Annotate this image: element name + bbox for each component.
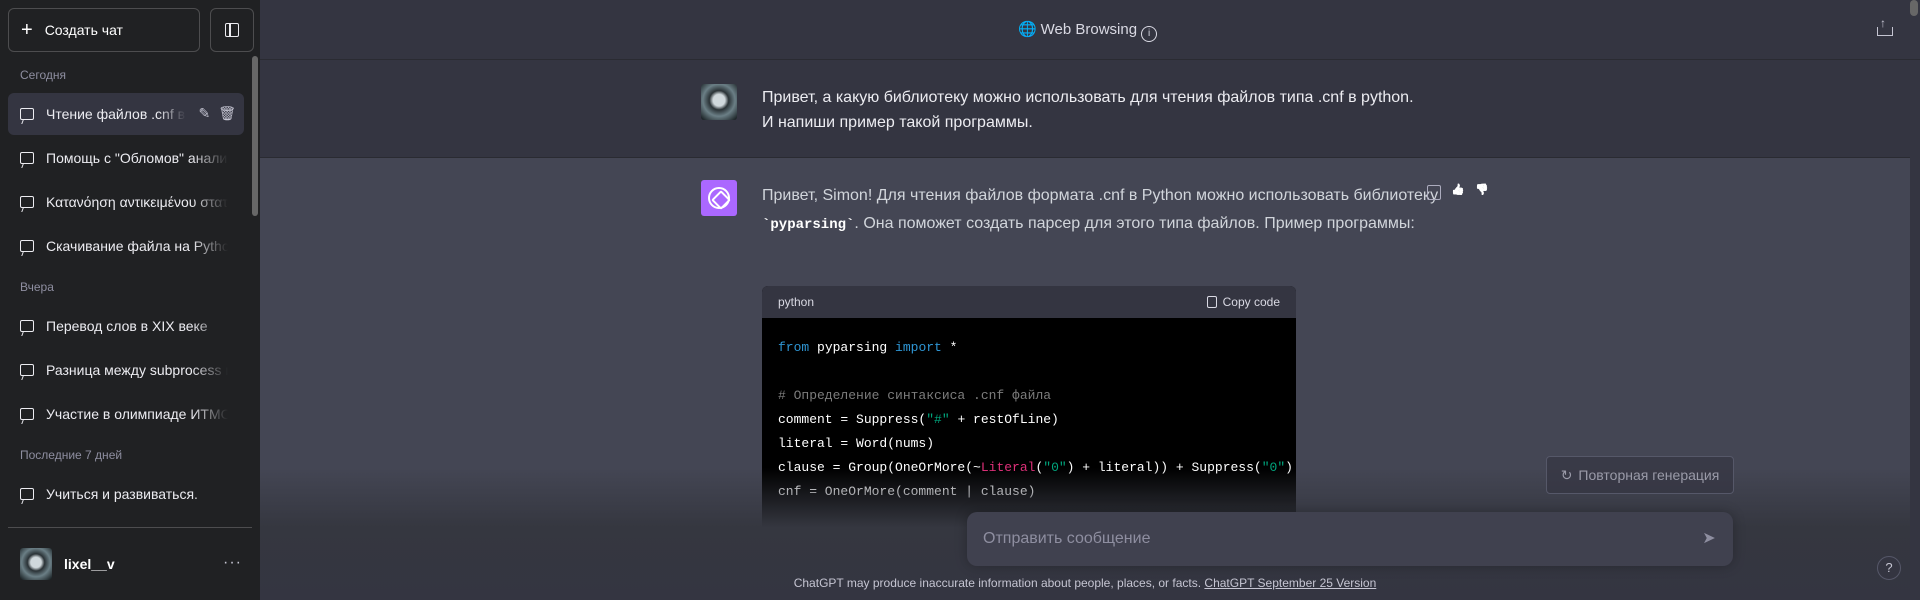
main-scrollbar[interactable] xyxy=(1910,0,1918,16)
share-icon[interactable] xyxy=(1877,16,1893,36)
chat-item-label: Участие в олимпиаде ИТМО xyxy=(46,406,228,422)
message-input[interactable] xyxy=(983,512,1673,566)
regenerate-button[interactable]: ↻ Повторная генерация xyxy=(1546,456,1734,494)
chat-item[interactable]: Скачивание файла на Python xyxy=(8,225,244,267)
assistant-message-text: Привет, Simon! Для чтения файлов формата… xyxy=(762,182,1482,239)
chat-item-actions: ✎ 🗑 xyxy=(198,105,236,122)
chat-bubble-icon xyxy=(20,408,34,420)
delete-icon[interactable]: 🗑 xyxy=(218,105,236,122)
chat-item-label: Учиться и развиваться. xyxy=(46,486,198,502)
footer-note: ChatGPT may produce inaccurate informati… xyxy=(260,576,1910,590)
chat-item[interactable]: Κατανόηση αντικειμένου στατιστικής xyxy=(8,181,244,223)
chat-bubble-icon xyxy=(20,240,34,252)
chat-item-label: Разница между subprocess и os xyxy=(46,362,228,378)
chat-bubble-icon xyxy=(20,108,34,120)
sidebar-panel-icon xyxy=(225,23,239,37)
chat-item[interactable]: Разница между subprocess и os xyxy=(8,349,244,391)
avatar xyxy=(20,548,52,580)
chat-bubble-icon xyxy=(20,488,34,500)
composer: ➤ xyxy=(967,512,1733,566)
regenerate-label: Повторная генерация xyxy=(1578,467,1720,483)
model-title-label: Web Browsing xyxy=(1040,21,1138,38)
thumbs-down-icon[interactable] xyxy=(1475,185,1489,200)
new-chat-label: Создать чат xyxy=(44,22,123,38)
chat-bubble-icon xyxy=(20,196,34,208)
user-message-line: Привет, а какую библиотеку можно использ… xyxy=(762,89,1414,106)
info-icon[interactable]: i xyxy=(1141,26,1158,42)
send-icon[interactable]: ➤ xyxy=(1699,529,1719,549)
globe-icon: 🌐 xyxy=(1017,21,1037,38)
user-message-line: И напиши пример такой программы. xyxy=(762,114,1033,131)
sidebar-bottom: lixel__v ··· xyxy=(8,527,252,600)
copy-icon[interactable] xyxy=(1427,185,1441,200)
regenerate-icon: ↻ xyxy=(1560,466,1573,483)
chat-item-label: Чтение файлов .cnf в Python xyxy=(46,106,186,122)
group-title-last-7-days: Последние 7 дней xyxy=(20,448,123,462)
chatgpt-avatar xyxy=(701,180,737,216)
model-title[interactable]: 🌐 Web Browsing i xyxy=(260,20,1915,42)
group-title-yesterday: Вчера xyxy=(20,280,54,294)
edit-icon[interactable]: ✎ xyxy=(198,105,210,122)
inline-code: `pyparsing` xyxy=(762,217,855,233)
chat-item[interactable]: Учиться и развиваться. xyxy=(8,473,244,515)
help-button[interactable]: ? xyxy=(1877,556,1901,580)
copy-code-label: Copy code xyxy=(1222,295,1280,309)
sidebar-scrollbar[interactable] xyxy=(252,56,258,216)
sidebar-top: + Создать чат xyxy=(8,8,254,52)
user-menu[interactable]: lixel__v ··· xyxy=(20,548,250,580)
chat-bubble-icon xyxy=(20,152,34,164)
thumbs-up-icon[interactable] xyxy=(1451,185,1465,200)
chatgpt-logo-icon xyxy=(708,187,730,209)
chat-item-label: Κατανόηση αντικειμένου στατιστικής xyxy=(46,194,228,210)
code-language: python xyxy=(778,295,815,309)
chat-item-label: Перевод слов в XIX веке xyxy=(46,318,208,334)
user-message: Привет, а какую библиотеку можно использ… xyxy=(260,60,1910,158)
assistant-text: Привет, Simon! Для чтения файлов формата… xyxy=(762,187,1439,204)
chat-item-label: Скачивание файла на Python xyxy=(46,238,228,254)
sidebar: + Создать чат Сегодня Чтение файлов .cnf… xyxy=(0,0,260,600)
chat-item[interactable]: Участие в олимпиаде ИТМО xyxy=(8,393,244,435)
user-message-text: Привет, а какую библиотеку можно использ… xyxy=(762,85,1462,135)
chat-item[interactable]: Перевод слов в XIX веке xyxy=(8,305,244,347)
message-actions xyxy=(1427,185,1489,200)
group-title-today: Сегодня xyxy=(20,68,66,82)
main-panel: 🌐Web Browsingi Привет, а какую библиотек… xyxy=(260,0,1920,600)
chat-bubble-icon xyxy=(20,320,34,332)
chat-bubble-icon xyxy=(20,364,34,376)
top-bar: 🌐 Web Browsing i xyxy=(260,0,1920,60)
toggle-sidebar-button[interactable] xyxy=(210,8,254,52)
version-link[interactable]: ChatGPT September 25 Version xyxy=(1204,576,1376,590)
clipboard-icon xyxy=(1206,296,1217,308)
chat-item[interactable]: Чтение файлов .cnf в Python ✎ 🗑 xyxy=(8,93,244,135)
copy-code-button[interactable]: Copy code xyxy=(1206,295,1280,309)
chat-item[interactable]: Помощь с "Обломов" анализом xyxy=(8,137,244,179)
plus-icon: + xyxy=(21,19,33,41)
more-icon[interactable]: ··· xyxy=(223,554,242,572)
avatar xyxy=(701,84,737,120)
chat-item-label: Помощь с "Обломов" анализом xyxy=(46,150,228,166)
new-chat-button[interactable]: + Создать чат xyxy=(8,8,200,52)
assistant-text: . Она поможет создать парсер для этого т… xyxy=(854,215,1415,232)
user-name: lixel__v xyxy=(64,556,115,572)
chat-history: Сегодня Чтение файлов .cnf в Python ✎ 🗑 … xyxy=(0,60,252,525)
disclaimer-text: ChatGPT may produce inaccurate informati… xyxy=(793,576,1202,590)
code-header: python Copy code xyxy=(762,286,1296,318)
